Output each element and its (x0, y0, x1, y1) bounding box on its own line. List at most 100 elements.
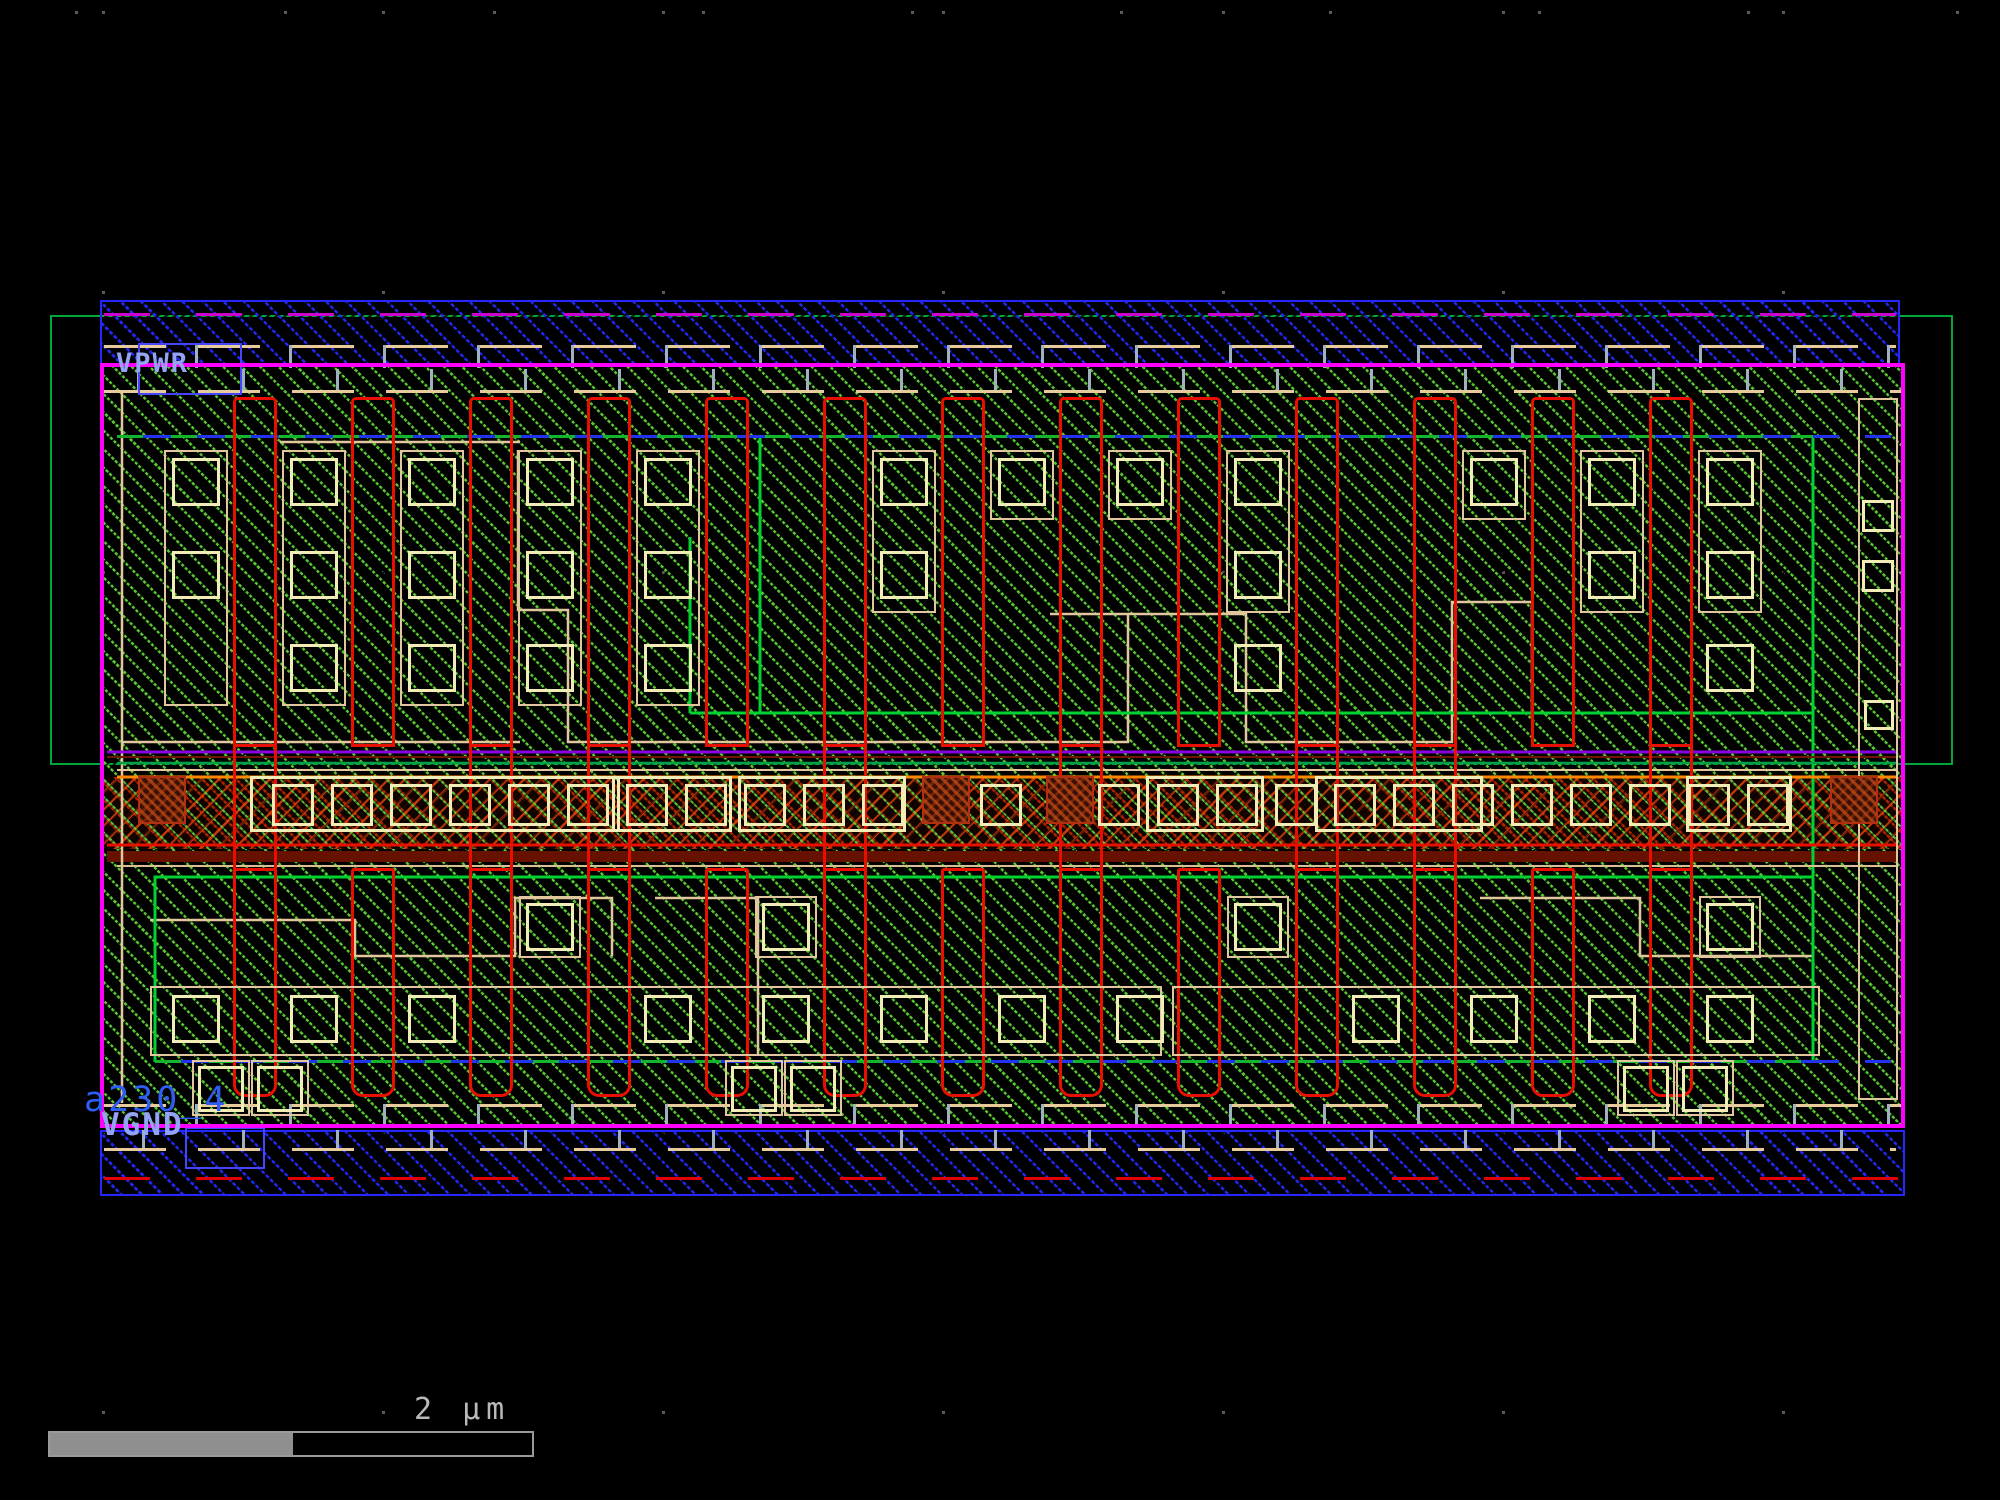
poly-finger (1059, 868, 1103, 1097)
poly-finger (587, 868, 631, 1097)
contact-square (526, 551, 574, 599)
contact-square (408, 644, 456, 692)
ground-label: VGND (101, 1107, 184, 1143)
contact-square (644, 995, 692, 1043)
licon-square (1452, 784, 1494, 826)
poly-finger (1295, 397, 1339, 747)
contact-square (172, 458, 220, 506)
contact-square (1706, 458, 1754, 506)
via-square (922, 776, 970, 824)
poly-finger (1295, 868, 1339, 1097)
contact-square (880, 551, 928, 599)
contact-square (526, 903, 574, 951)
licon-square (1570, 784, 1612, 826)
licon-square (744, 784, 786, 826)
poly-finger (1531, 397, 1575, 747)
contact-square (762, 903, 810, 951)
contact-square (1116, 458, 1164, 506)
scale-bar (48, 1431, 534, 1457)
poly-finger (705, 397, 749, 747)
contact-square (1116, 995, 1164, 1043)
via-square (1046, 776, 1094, 824)
poly-finger (1649, 397, 1693, 747)
contact-square (172, 551, 220, 599)
contact-square (790, 1066, 836, 1112)
contact-square (290, 551, 338, 599)
contact-square (1864, 700, 1894, 730)
contact-square (1706, 551, 1754, 599)
contact-square (1588, 995, 1636, 1043)
via-square (138, 776, 186, 824)
licon-square (980, 784, 1022, 826)
contact-square (408, 551, 456, 599)
licon-square (508, 784, 550, 826)
licon-square (567, 784, 609, 826)
poly-finger (587, 397, 631, 747)
poly-finger (941, 868, 985, 1097)
contact-square (1588, 458, 1636, 506)
layout-shapes (0, 0, 2000, 1500)
licon-square (862, 784, 904, 826)
contact-square (762, 995, 810, 1043)
contact-square (1706, 903, 1754, 951)
contact-square (526, 644, 574, 692)
poly-finger (469, 868, 513, 1097)
poly-finger (1531, 868, 1575, 1097)
licon-square (1275, 784, 1317, 826)
contact-square (880, 458, 928, 506)
contact-square (1682, 1066, 1728, 1112)
poly-finger (823, 397, 867, 747)
licon-square (1157, 784, 1199, 826)
licon-square (1511, 784, 1553, 826)
scale-bar-fill (50, 1433, 293, 1455)
contact-square (1862, 560, 1894, 592)
contact-square (998, 995, 1046, 1043)
contact-square (1470, 995, 1518, 1043)
contact-square (1588, 551, 1636, 599)
poly-finger (1413, 397, 1457, 747)
power-label: VPWR (116, 348, 189, 379)
licon-square (272, 784, 314, 826)
licon-square (1334, 784, 1376, 826)
poly-finger (1059, 397, 1103, 747)
contact-square (1234, 644, 1282, 692)
licon-square (685, 784, 727, 826)
contact-square (880, 995, 928, 1043)
contact-square (644, 644, 692, 692)
contact-square (172, 995, 220, 1043)
poly-finger (351, 397, 395, 747)
contact-square (1234, 903, 1282, 951)
poly-finger (941, 397, 985, 747)
contact-square (408, 458, 456, 506)
poly-finger (1177, 397, 1221, 747)
licon-square (626, 784, 668, 826)
poly-finger (1413, 868, 1457, 1097)
poly-finger (1177, 868, 1221, 1097)
licon-square (1688, 784, 1730, 826)
contact-square (290, 995, 338, 1043)
licon-square (390, 784, 432, 826)
contact-square (1706, 995, 1754, 1043)
licon-square (803, 784, 845, 826)
poly-finger (469, 397, 513, 747)
contact-square (1623, 1066, 1669, 1112)
poly-finger (351, 868, 395, 1097)
contact-square (644, 551, 692, 599)
contact-square (526, 458, 574, 506)
licon-square (449, 784, 491, 826)
contact-square (408, 995, 456, 1043)
contact-square (257, 1066, 303, 1112)
licon-square (1629, 784, 1671, 826)
scale-bar-label: 2 µm (414, 1392, 510, 1427)
layout-viewer-canvas[interactable]: VPWR a230_4 VGND 2 µm (0, 0, 2000, 1500)
contact-square (731, 1066, 777, 1112)
label-via-box (185, 1127, 265, 1169)
contact-square (1470, 458, 1518, 506)
contact-square (290, 458, 338, 506)
via-square (1830, 776, 1878, 824)
licon-square (1216, 784, 1258, 826)
licon-square (331, 784, 373, 826)
contact-square (1352, 995, 1400, 1043)
contact-square (1234, 458, 1282, 506)
contact-square (290, 644, 338, 692)
